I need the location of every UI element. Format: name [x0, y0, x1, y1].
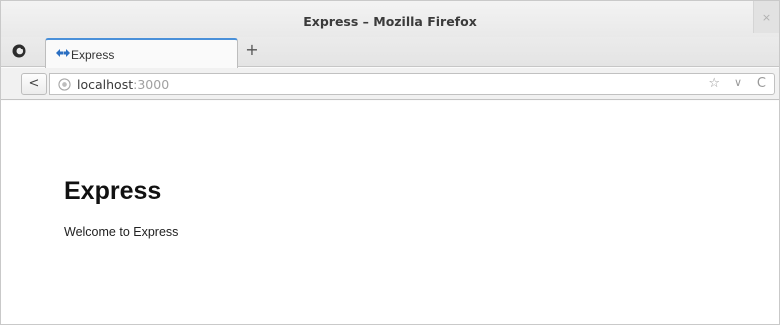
globe-icon [58, 78, 71, 91]
title-bar[interactable]: Express – Mozilla Firefox × [1, 1, 779, 37]
new-tab-button[interactable]: + [244, 41, 260, 59]
navigation-bar: < localhost:3000 ☆ ∨ C [1, 68, 779, 100]
page-heading: Express [64, 177, 162, 205]
url-bar[interactable]: localhost:3000 ☆ ∨ C [49, 73, 775, 95]
url-host: localhost [77, 77, 134, 92]
window-title: Express – Mozilla Firefox [303, 14, 477, 29]
url-text[interactable]: localhost:3000 [77, 77, 169, 92]
tab-label: Express [71, 48, 115, 62]
bookmark-star-icon[interactable]: ☆ [708, 76, 720, 91]
history-dropdown-icon[interactable]: ∨ [734, 76, 742, 89]
firefox-menu-icon[interactable] [11, 43, 27, 59]
back-button[interactable]: < [21, 73, 47, 95]
tab-strip: Express + [1, 37, 779, 68]
reload-icon[interactable]: C [757, 76, 766, 91]
tab-express[interactable]: Express [45, 38, 238, 68]
page-content: Express Welcome to Express [1, 101, 779, 324]
express-favicon-icon [56, 49, 70, 57]
close-window-button[interactable]: × [753, 1, 779, 33]
browser-window: Express – Mozilla Firefox × Express + < … [0, 0, 780, 325]
welcome-text: Welcome to Express [64, 225, 179, 239]
url-port: :3000 [133, 77, 170, 92]
